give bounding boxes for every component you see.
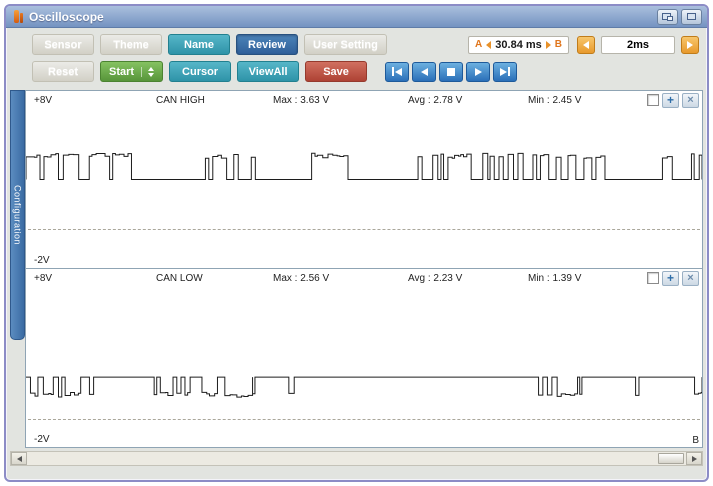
time-range-group: A 30.84 ms B 2ms bbox=[468, 35, 699, 54]
toolbar-row-2: Reset Start Cursor ViewAll Save bbox=[32, 61, 699, 82]
window-title: Oscilloscope bbox=[29, 9, 104, 24]
top-voltage-label: +8V bbox=[34, 272, 53, 284]
channel-header: +8V CAN LOW Max : 2.56 V Avg : 2.23 V Mi… bbox=[26, 269, 702, 287]
play-icon bbox=[474, 67, 482, 76]
top-voltage-label: +8V bbox=[34, 94, 53, 106]
restore-button[interactable] bbox=[657, 8, 678, 25]
skip-to-start-icon bbox=[395, 67, 403, 76]
timebase-increase-button[interactable] bbox=[681, 35, 699, 54]
cursor-b-arrow-icon bbox=[545, 40, 551, 49]
stop-button[interactable] bbox=[439, 61, 464, 82]
skip-to-end-button[interactable] bbox=[493, 61, 518, 82]
name-button[interactable]: Name bbox=[168, 34, 230, 55]
channel-controls: + × bbox=[647, 92, 699, 108]
user-setting-button[interactable]: User Setting bbox=[304, 34, 387, 55]
waveform-display-can-low: -2V B bbox=[26, 287, 702, 447]
cursor-button[interactable]: Cursor bbox=[169, 61, 232, 82]
cursor-a-label: A bbox=[475, 39, 483, 50]
add-channel-button[interactable]: + bbox=[662, 270, 679, 286]
scroll-right-icon bbox=[691, 455, 697, 462]
side-rail: Configuration bbox=[10, 90, 25, 448]
oscilloscope-window: Oscilloscope Sensor Theme Name Review Us… bbox=[4, 4, 709, 482]
scroll-left-icon bbox=[16, 455, 22, 462]
title-bar: Oscilloscope bbox=[6, 6, 707, 28]
channel-name: CAN LOW bbox=[156, 272, 203, 284]
configuration-tab[interactable]: Configuration bbox=[10, 90, 25, 340]
channel-name: CAN HIGH bbox=[156, 94, 205, 106]
playback-controls bbox=[385, 61, 518, 82]
app-icon bbox=[13, 10, 24, 23]
scroll-left-button[interactable] bbox=[11, 452, 27, 465]
channel-panel-can-high: +8V CAN HIGH Max : 3.63 V Avg : 2.78 V M… bbox=[25, 90, 703, 269]
scrollbar-track[interactable] bbox=[27, 452, 686, 465]
viewall-button[interactable]: ViewAll bbox=[237, 61, 300, 82]
channel-checkbox[interactable] bbox=[647, 272, 659, 284]
ab-time-range-display: A 30.84 ms B bbox=[468, 35, 569, 54]
zero-reference-dashed-line bbox=[28, 229, 700, 230]
maximize-icon bbox=[687, 13, 696, 20]
configuration-tab-label: Configuration bbox=[12, 184, 23, 246]
channel-header: +8V CAN HIGH Max : 3.63 V Avg : 2.78 V M… bbox=[26, 91, 702, 109]
right-arrow-icon bbox=[687, 40, 693, 49]
step-back-icon bbox=[420, 67, 428, 76]
cursor-b-marker: B bbox=[692, 435, 699, 446]
bottom-voltage-label: -2V bbox=[34, 434, 50, 445]
waveform-display-can-high: -2V bbox=[26, 109, 702, 268]
toolbar: Sensor Theme Name Review User Setting A … bbox=[6, 28, 707, 90]
bottom-voltage-label: -2V bbox=[34, 255, 50, 266]
min-value: Min : 2.45 V bbox=[528, 94, 582, 106]
stop-icon bbox=[447, 67, 456, 76]
channel-panel-can-low: +8V CAN LOW Max : 2.56 V Avg : 2.23 V Mi… bbox=[25, 269, 703, 448]
horizontal-scrollbar bbox=[10, 451, 703, 466]
max-value: Max : 2.56 V bbox=[273, 272, 330, 284]
cursor-a-arrow-icon bbox=[486, 40, 492, 49]
window-controls bbox=[657, 8, 702, 25]
can-high-waveform bbox=[26, 109, 702, 268]
timebase-decrease-button[interactable] bbox=[577, 35, 595, 54]
main-area: Configuration +8V CAN HIGH Max : 3.63 V … bbox=[6, 90, 707, 448]
close-channel-button[interactable]: × bbox=[682, 92, 699, 108]
step-back-button[interactable] bbox=[412, 61, 437, 82]
skip-to-start-button[interactable] bbox=[385, 61, 410, 82]
time-range-value: 30.84 ms bbox=[495, 38, 542, 51]
play-button[interactable] bbox=[466, 61, 491, 82]
can-low-waveform bbox=[26, 287, 702, 447]
review-button[interactable]: Review bbox=[236, 34, 298, 55]
close-channel-button[interactable]: × bbox=[682, 270, 699, 286]
skip-to-end-icon bbox=[500, 67, 508, 76]
add-channel-button[interactable]: + bbox=[662, 92, 679, 108]
maximize-button[interactable] bbox=[681, 8, 702, 25]
scroll-right-button[interactable] bbox=[686, 452, 702, 465]
cursor-b-label: B bbox=[554, 39, 562, 50]
zero-reference-dashed-line bbox=[28, 419, 700, 420]
restore-icon-overlay bbox=[667, 15, 673, 21]
toolbar-row-1: Sensor Theme Name Review User Setting A … bbox=[32, 34, 699, 55]
theme-button[interactable]: Theme bbox=[100, 34, 162, 55]
avg-value: Avg : 2.23 V bbox=[408, 272, 463, 284]
channel-controls: + × bbox=[647, 270, 699, 286]
channel-panels: +8V CAN HIGH Max : 3.63 V Avg : 2.78 V M… bbox=[25, 90, 703, 448]
save-button[interactable]: Save bbox=[305, 61, 368, 82]
sensor-button[interactable]: Sensor bbox=[32, 34, 94, 55]
start-spinner-icon bbox=[141, 66, 155, 77]
left-arrow-icon bbox=[583, 40, 589, 49]
start-button[interactable]: Start bbox=[100, 61, 164, 82]
start-button-label: Start bbox=[109, 65, 135, 78]
reset-button[interactable]: Reset bbox=[32, 61, 94, 82]
scrollbar-thumb[interactable] bbox=[658, 453, 684, 464]
max-value: Max : 3.63 V bbox=[273, 94, 330, 106]
channel-checkbox[interactable] bbox=[647, 94, 659, 106]
timebase-select[interactable]: 2ms bbox=[601, 35, 675, 54]
min-value: Min : 1.39 V bbox=[528, 272, 582, 284]
avg-value: Avg : 2.78 V bbox=[408, 94, 463, 106]
